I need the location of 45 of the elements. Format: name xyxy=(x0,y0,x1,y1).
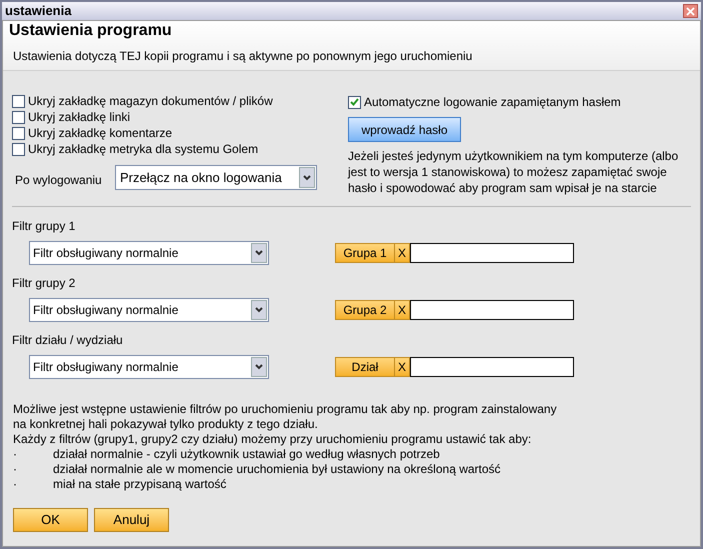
checkbox[interactable] xyxy=(12,110,25,124)
ok-button[interactable]: OK xyxy=(13,508,88,532)
clear-button[interactable]: X xyxy=(395,300,410,320)
group-input-field[interactable] xyxy=(410,300,574,320)
cancel-button[interactable]: Anuluj xyxy=(94,508,169,532)
group-input-field[interactable] xyxy=(410,243,574,263)
logout-label: Po wylogowaniu xyxy=(14,172,103,188)
clear-button[interactable]: X xyxy=(395,243,410,263)
header-title: Ustawienia programu xyxy=(9,21,173,41)
filter-label: Filtr działu / wydziału xyxy=(12,332,124,347)
bullet-marker: · xyxy=(13,462,18,477)
info-text: Każdy z filtrów (grupy1, grupy2 czy działu) możemy przy uruchomieniu programu ustawić tak aby: xyxy=(13,432,532,447)
header-subtitle: Ustawienia dotyczą TEJ kopii programu i są aktywne po ponownym jego uruchomieniu xyxy=(13,48,474,65)
checkbox-label: Ukryj zakładkę magazyn dokumentów / plików xyxy=(28,93,273,110)
filter-dropdown[interactable]: Filtr obsługiwany normalnie xyxy=(29,355,269,379)
filter-label: Filtr grupy 2 xyxy=(12,275,76,290)
group-button[interactable]: Grupa 1 xyxy=(335,243,395,263)
group-button[interactable]: Grupa 2 xyxy=(335,300,395,320)
info-text: Możliwe jest wstępne ustawienie filtrów po uruchomieniu programu tak aby np. program zainstalowany xyxy=(13,402,558,417)
checkbox[interactable] xyxy=(12,94,25,108)
checkbox[interactable] xyxy=(348,96,361,108)
bullet-marker: · xyxy=(13,477,18,492)
checkbox[interactable] xyxy=(12,126,25,140)
checkbox[interactable] xyxy=(12,142,25,156)
close-icon xyxy=(686,6,695,16)
filter-dropdown[interactable]: Filtr obsługiwany normalnie xyxy=(29,298,269,322)
bullet-text: miał na stałe przypisaną wartość xyxy=(53,477,226,492)
password-note: Jeżeli jesteś jedynym użytkownikiem na tym komputerze (albo jest to wersja 1 stanowiskowa) to możesz zapamiętać swoje hasło i spowodować aby program sam wpisał je na starcie xyxy=(348,148,680,196)
group-input-field[interactable] xyxy=(410,357,574,377)
window-title: ustawienia xyxy=(5,2,72,20)
clear-button[interactable]: X xyxy=(395,357,410,377)
filter-dropdown[interactable]: Filtr obsługiwany normalnie xyxy=(29,241,269,265)
bullet-text: działał normalnie ale w momencie uruchomienia był ustawiony na określoną wartość xyxy=(53,462,501,477)
filter-label: Filtr grupy 1 xyxy=(12,218,76,233)
group-button[interactable]: Dział xyxy=(335,357,395,377)
checkbox-label: Ukryj zakładkę komentarze xyxy=(28,125,172,142)
bullet-text: działał normalnie - czyli użytkownik ustawiał go według własnych potrzeb xyxy=(53,447,440,462)
checkbox-label: Ukryj zakładkę metryka dla systemu Golem xyxy=(28,141,258,158)
logout-dropdown[interactable]: Przełącz na okno logowania xyxy=(115,165,317,190)
checkbox-label: Ukryj zakładkę linki xyxy=(28,109,130,126)
enter-password-button[interactable]: wprowadź hasło xyxy=(348,117,461,142)
info-text: na konkretnej hali pokazywał tylko produkty z tego działu. xyxy=(13,417,319,432)
close-button[interactable] xyxy=(683,4,698,18)
checkbox-label: Automatyczne logowanie zapamiętanym hasłem xyxy=(364,94,621,111)
bullet-marker: · xyxy=(13,447,18,462)
